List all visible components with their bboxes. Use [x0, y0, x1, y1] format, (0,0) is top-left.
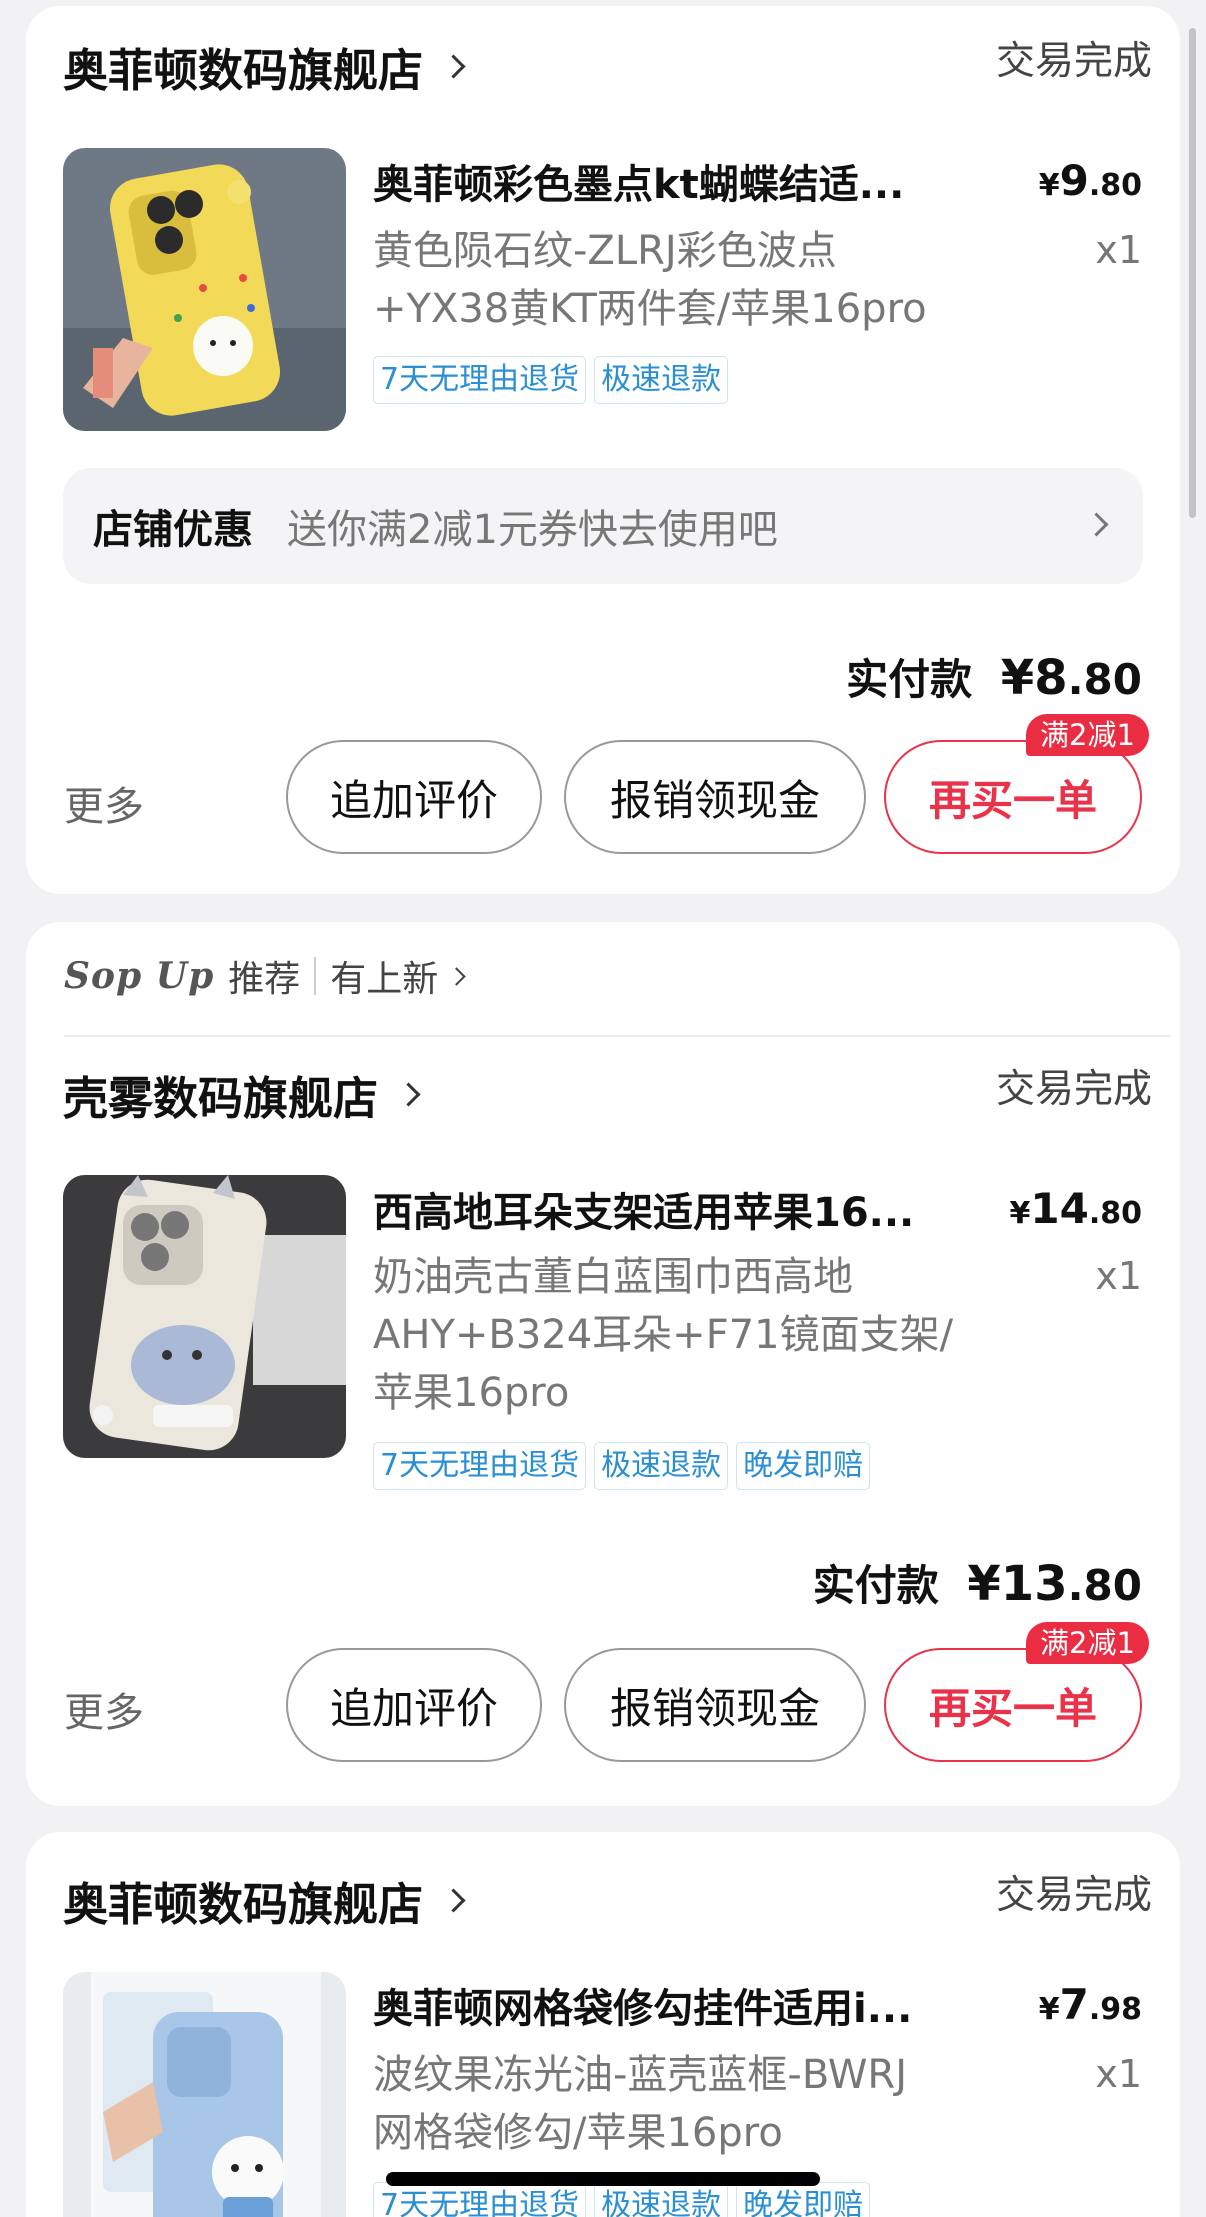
paid-decimal: .80: [1067, 1561, 1142, 1610]
product-price: ¥7.98: [1039, 1980, 1142, 2029]
spec-line: 苹果16pro: [373, 1370, 570, 1416]
shop-name: 奥菲顿数码旗舰店: [63, 1878, 424, 1931]
shop-link[interactable]: 奥菲顿数码旗舰店: [63, 1868, 466, 1933]
currency-symbol: ¥: [1000, 650, 1035, 706]
reimburse-cash-button[interactable]: 报销领现金: [564, 740, 866, 854]
spec-line: AHY+B324耳朵+F71镜面支架/: [373, 1312, 954, 1358]
product-price: ¥14.80: [1010, 1184, 1142, 1233]
product-title[interactable]: 奥菲顿彩色墨点kt蝴蝶结适...: [373, 152, 993, 210]
tag-return-7days: 7天无理由退货: [373, 356, 587, 404]
more-button[interactable]: 更多: [64, 774, 144, 832]
order-status: 交易完成: [995, 1873, 1152, 1918]
tag-fast-refund: 极速退款: [594, 2182, 729, 2217]
add-review-button[interactable]: 追加评价: [286, 740, 542, 854]
service-tags: 7天无理由退货 极速退款: [373, 356, 729, 404]
product-quantity: x1: [1095, 228, 1142, 272]
paid-integer: 13: [1000, 1556, 1068, 1612]
product-spec: 奶油壳古董白蓝围巾西高地 AHY+B324耳朵+F71镜面支架/ 苹果16pro: [373, 1248, 953, 1422]
spec-line: +YX38黄KT两件套/苹果16pro: [373, 286, 927, 332]
product-price: ¥9.80: [1039, 156, 1142, 205]
product-quantity: x1: [1095, 1254, 1142, 1298]
tag-fast-refund: 极速退款: [594, 356, 729, 404]
service-tags: 7天无理由退货 极速退款 晚发即赔: [373, 2182, 871, 2217]
discount-badge: 满2减1: [1026, 714, 1149, 756]
scrollbar[interactable]: [1189, 28, 1196, 518]
spec-line: 黄色陨石纹-ZLRJ彩色波点: [373, 228, 837, 274]
product-image[interactable]: [63, 1175, 346, 1458]
spec-line: 网格袋修勾/苹果16pro: [373, 2110, 783, 2156]
recommend-bar[interactable]: Sop Up 推荐 有上新: [64, 950, 467, 1002]
paid-amount: 实付款 ¥13.80: [813, 1552, 1142, 1613]
new-arrivals-label: 有上新: [330, 959, 439, 1000]
order-card: Sop Up 推荐 有上新 壳雾数码旗舰店 交易完成 西高地耳朵支架适用苹果16…: [26, 922, 1180, 1806]
product-spec: 波纹果冻光油-蓝壳蓝框-BWRJ 网格袋修勾/苹果16pro: [373, 2046, 907, 2162]
paid-label: 实付款: [812, 1561, 939, 1610]
divider: [314, 957, 317, 995]
price-integer: 7: [1059, 1980, 1089, 2029]
shop-coupon-banner[interactable]: 店铺优惠 送你满2减1元券快去使用吧: [63, 468, 1143, 584]
tag-late-compensation: 晚发即赔: [736, 1442, 871, 1490]
price-decimal: .80: [1088, 168, 1142, 203]
shop-link[interactable]: 壳雾数码旗舰店: [63, 1062, 421, 1127]
tag-late-compensation: 晚发即赔: [736, 2182, 871, 2217]
buy-again-button[interactable]: 再买一单: [884, 1648, 1142, 1762]
home-indicator[interactable]: [386, 2172, 820, 2186]
product-spec: 黄色陨石纹-ZLRJ彩色波点 +YX38黄KT两件套/苹果16pro: [373, 222, 927, 338]
price-decimal: .98: [1088, 1992, 1142, 2027]
shop-link[interactable]: 奥菲顿数码旗舰店: [63, 34, 466, 99]
recommend-brand: Sop Up: [64, 955, 215, 997]
price-integer: 14: [1030, 1184, 1089, 1233]
chevron-right-icon: [441, 1888, 466, 1913]
spec-line: 奶油壳古董白蓝围巾西高地: [373, 1254, 853, 1300]
chevron-right-icon: [441, 54, 466, 79]
service-tags: 7天无理由退货 极速退款 晚发即赔: [373, 1442, 871, 1490]
currency-symbol: ¥: [967, 1556, 1001, 1612]
spec-line: 波纹果冻光油-蓝壳蓝框-BWRJ: [373, 2052, 908, 2098]
currency-symbol: ¥: [1038, 168, 1060, 203]
chevron-right-icon: [396, 1082, 421, 1107]
currency-symbol: ¥: [1009, 1196, 1031, 1231]
tag-return-7days: 7天无理由退货: [373, 1442, 587, 1490]
order-status: 交易完成: [995, 1067, 1152, 1112]
more-button[interactable]: 更多: [64, 1680, 144, 1738]
promo-label: 店铺优惠: [93, 507, 253, 553]
promo-text: 送你满2减1元券快去使用吧: [287, 507, 778, 553]
tag-return-7days: 7天无理由退货: [373, 2182, 587, 2217]
chevron-right-icon: [447, 966, 467, 986]
paid-amount: 实付款 ¥8.80: [846, 646, 1142, 707]
order-card: 奥菲顿数码旗舰店 交易完成 奥菲顿彩色墨点kt蝴蝶结适... ¥9.80 x1 …: [26, 6, 1180, 894]
recommend-label: 推荐: [228, 959, 301, 1000]
shop-name: 壳雾数码旗舰店: [63, 1072, 379, 1125]
shop-name: 奥菲顿数码旗舰店: [63, 44, 424, 97]
price-decimal: .80: [1088, 1196, 1142, 1231]
product-quantity: x1: [1095, 2052, 1142, 2096]
paid-label: 实付款: [846, 655, 973, 704]
paid-decimal: .80: [1067, 655, 1142, 704]
chevron-right-icon: [1084, 512, 1109, 537]
currency-symbol: ¥: [1038, 1992, 1060, 2027]
product-title[interactable]: 西高地耳朵支架适用苹果16...: [373, 1180, 983, 1238]
add-review-button[interactable]: 追加评价: [286, 1648, 542, 1762]
reimburse-cash-button[interactable]: 报销领现金: [564, 1648, 866, 1762]
paid-integer: 8: [1034, 650, 1068, 706]
discount-badge: 满2减1: [1026, 1622, 1149, 1664]
order-status: 交易完成: [995, 39, 1152, 84]
tag-fast-refund: 极速退款: [594, 1442, 729, 1490]
price-integer: 9: [1059, 156, 1089, 205]
section-divider: [64, 1035, 1170, 1037]
buy-again-button[interactable]: 再买一单: [884, 740, 1142, 854]
product-image[interactable]: [63, 148, 346, 431]
product-image[interactable]: [63, 1972, 346, 2217]
order-card: 奥菲顿数码旗舰店 交易完成 奥菲顿网格袋修勾挂件适用i... ¥7.98 x1 …: [26, 1832, 1180, 2217]
product-title[interactable]: 奥菲顿网格袋修勾挂件适用i...: [373, 1976, 993, 2034]
